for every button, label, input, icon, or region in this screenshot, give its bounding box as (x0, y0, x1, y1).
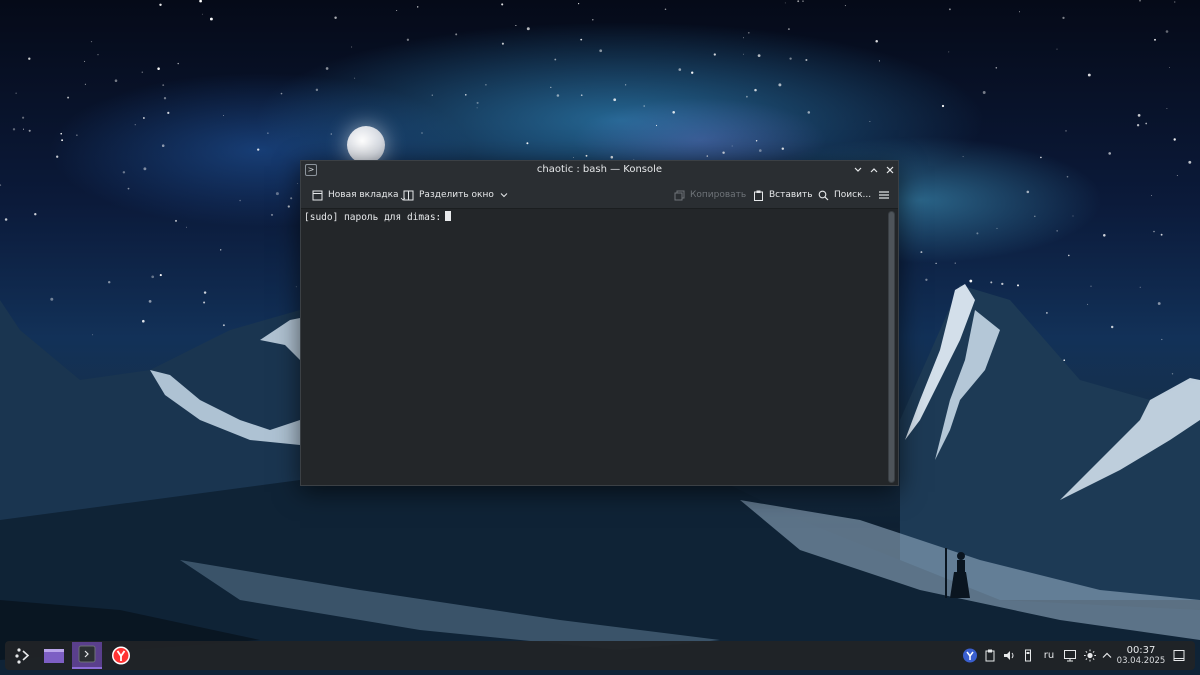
new-tab-icon (312, 190, 323, 200)
minimize-button[interactable] (851, 163, 865, 177)
find-label: Поиск... (834, 190, 872, 200)
konsole-window[interactable]: > chaotic : bash — Konsole Новая вкладка… (300, 160, 899, 486)
paste-label: Вставить (769, 190, 813, 200)
close-icon (886, 166, 894, 174)
copy-button[interactable]: Копировать (674, 187, 746, 203)
chevron-up-icon (1102, 652, 1112, 658)
new-tab-button[interactable]: Новая вкладка (312, 187, 406, 203)
konsole-toolbar: Новая вкладка Разделить окно Копировать … (301, 181, 898, 209)
yandex-browser-icon (112, 646, 130, 665)
find-button[interactable]: Поиск... (818, 187, 871, 203)
maximize-button[interactable] (867, 163, 881, 177)
terminal-scrollbar[interactable] (888, 211, 895, 483)
clock-date: 03.04.2025 (1116, 656, 1166, 666)
task-yandex-browser[interactable] (106, 642, 136, 669)
scrollbar-thumb[interactable] (889, 212, 894, 482)
keyboard-layout-indicator[interactable]: ru (1041, 648, 1057, 663)
copy-label: Копировать (690, 190, 747, 200)
digital-clock[interactable]: 00:37 03.04.2025 (1114, 645, 1168, 667)
show-desktop-button[interactable] (1172, 648, 1186, 663)
task-file-manager[interactable] (39, 642, 69, 669)
clipboard-icon (985, 649, 995, 662)
clock-time: 00:37 (1126, 645, 1156, 656)
hamburger-menu-icon (879, 191, 889, 199)
close-button[interactable] (883, 163, 897, 177)
keyboard-layout-label: ru (1043, 650, 1055, 661)
folder-icon (44, 649, 64, 663)
yandex-tray-icon (963, 648, 977, 663)
split-view-icon (403, 190, 414, 200)
terminal-icon (78, 645, 96, 663)
application-launcher-button[interactable] (8, 642, 38, 669)
copy-icon (674, 190, 685, 200)
window-titlebar[interactable]: > chaotic : bash — Konsole (301, 161, 898, 181)
chevron-down-icon (854, 167, 862, 172)
show-desktop-icon (1173, 650, 1185, 661)
tray-brightness[interactable] (1083, 648, 1097, 663)
tray-expander[interactable] (1100, 648, 1114, 663)
new-tab-label: Новая вкладка (328, 190, 399, 200)
split-view-label: Разделить окно (419, 190, 494, 200)
taskbar-panel: ru 00:37 03.04.2025 (5, 641, 1195, 670)
task-konsole[interactable] (72, 642, 102, 669)
tray-yandex[interactable] (962, 648, 978, 663)
brightness-icon (1084, 649, 1096, 662)
terminal-prompt-line: [sudo] пароль для dimas: (304, 211, 452, 223)
terminal-prompt: [sudo] пароль для dimas: (304, 212, 442, 223)
tray-network[interactable] (1063, 648, 1077, 663)
chevron-down-icon (500, 193, 508, 198)
usb-device-icon (1025, 649, 1031, 662)
split-view-button[interactable]: Разделить окно (403, 187, 509, 203)
tray-device[interactable] (1022, 648, 1034, 663)
network-wired-icon (1064, 650, 1076, 662)
terminal-cursor (445, 211, 452, 221)
tray-volume[interactable] (1002, 648, 1016, 663)
paste-icon (754, 190, 763, 201)
main-menu-button[interactable] (878, 187, 890, 203)
tray-clipboard[interactable] (983, 648, 997, 663)
search-icon (818, 190, 829, 200)
paste-button[interactable]: Вставить (753, 187, 813, 203)
plasma-launcher-icon (15, 648, 30, 664)
speaker-icon (1004, 651, 1014, 660)
window-title: chaotic : bash — Konsole (536, 164, 663, 175)
terminal-area[interactable]: [sudo] пароль для dimas: (301, 209, 898, 485)
chevron-up-icon (870, 168, 878, 173)
